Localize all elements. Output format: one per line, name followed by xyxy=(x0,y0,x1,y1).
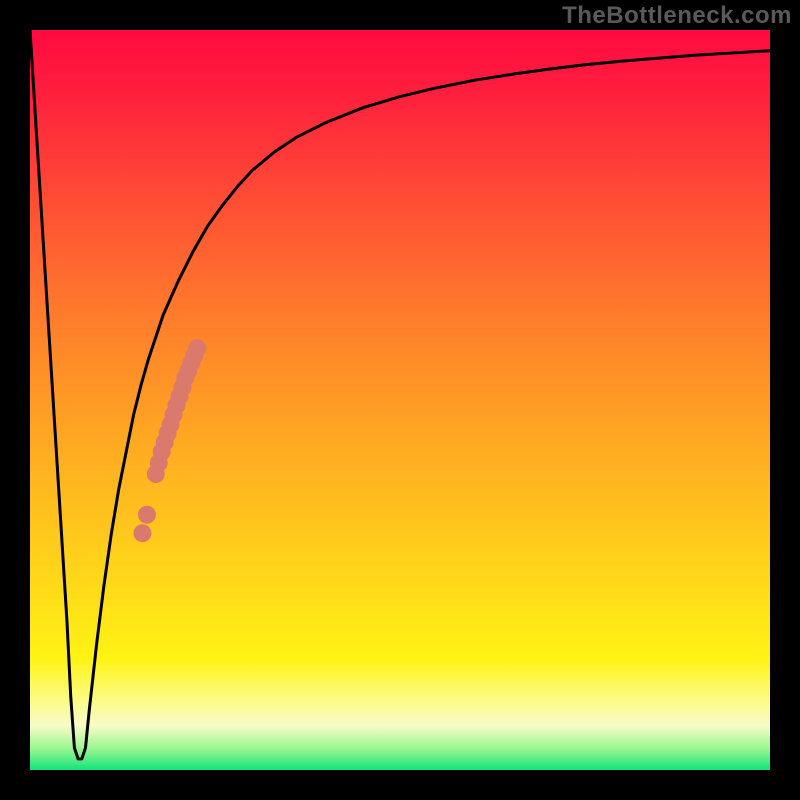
bottleneck-curve xyxy=(30,30,770,759)
scatter-point xyxy=(188,339,206,357)
plot-area xyxy=(30,30,770,770)
watermark-text: TheBottleneck.com xyxy=(562,2,792,30)
scatter-point xyxy=(138,506,156,524)
scatter-point xyxy=(133,524,151,542)
chart-frame: TheBottleneck.com xyxy=(0,0,800,800)
curve-svg xyxy=(30,30,770,770)
